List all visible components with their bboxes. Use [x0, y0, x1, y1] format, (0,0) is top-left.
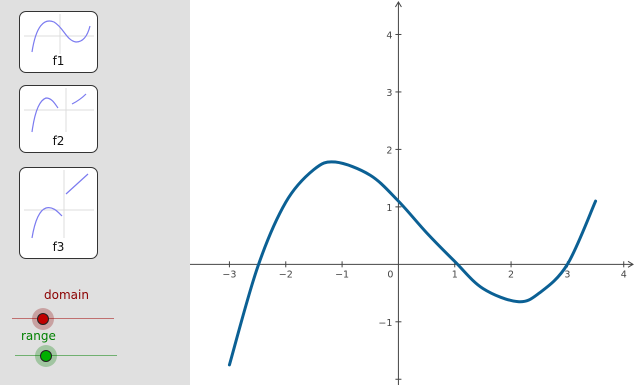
x-tick-label: −1 — [335, 269, 349, 280]
y-tick-label: 1 — [386, 203, 392, 214]
x-tick-label: 1 — [452, 269, 458, 280]
range-slider-track[interactable] — [15, 355, 117, 356]
function-panel: f1 f2 f3 domain range — [0, 0, 190, 385]
y-tick-label: 3 — [386, 88, 392, 99]
y-tick-label: −1 — [378, 318, 392, 329]
x-tick-label: 2 — [508, 269, 514, 280]
f1-label: f1 — [52, 54, 65, 68]
domain-slider-knob[interactable] — [37, 313, 49, 325]
f3-label: f3 — [52, 240, 65, 254]
f3-thumbnail-icon — [24, 170, 94, 239]
graph-view[interactable]: −3 −2 −1 0 1 2 3 4 −1 1 2 3 4 — [190, 0, 635, 385]
f2-button[interactable]: f2 — [19, 85, 98, 153]
range-slider-label: range — [21, 329, 56, 343]
f1-thumbnail-icon — [24, 14, 94, 54]
domain-slider-label: domain — [44, 288, 89, 302]
y-tick-label: 4 — [386, 30, 392, 41]
x-tick-label: −2 — [279, 269, 293, 280]
range-slider-knob[interactable] — [40, 350, 52, 362]
f2-thumbnail-icon — [24, 88, 94, 133]
function-curve — [227, 160, 598, 367]
x-tick-label: 0 — [387, 269, 393, 280]
f3-button[interactable]: f3 — [19, 167, 98, 259]
domain-slider-track[interactable] — [12, 318, 114, 319]
x-tick-label: 4 — [621, 269, 627, 280]
y-tick-label: 2 — [386, 145, 392, 156]
x-tick-label: −3 — [222, 269, 236, 280]
f1-button[interactable]: f1 — [19, 11, 98, 73]
f2-label: f2 — [52, 134, 65, 148]
x-tick-label: 3 — [564, 269, 570, 280]
